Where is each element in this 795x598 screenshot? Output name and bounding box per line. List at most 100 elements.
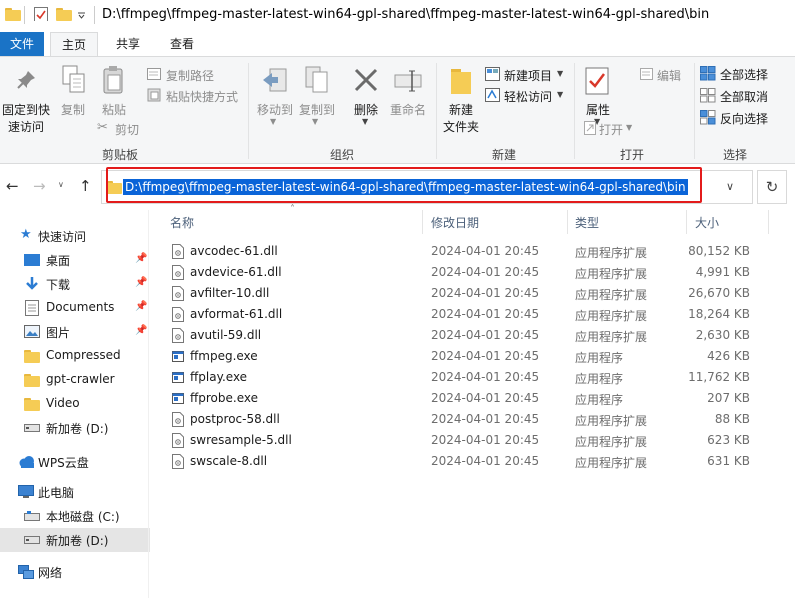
tab-view[interactable]: 查看 — [160, 32, 204, 56]
sidebar-item-network[interactable]: 网络 — [0, 560, 150, 584]
rename-label: 重命名 — [389, 103, 426, 117]
table-row[interactable]: postproc-58.dll 2024-04-01 20:45 应用程序扩展 88 … — [166, 409, 766, 430]
sidebar-item-label: 桌面 — [46, 254, 71, 268]
properties-icon[interactable] — [34, 7, 48, 21]
invert-selection-icon — [700, 110, 716, 125]
copy-button[interactable]: 复制 — [56, 63, 90, 123]
cut-button[interactable]: ✂ 剪切 — [97, 120, 147, 138]
dll-file-icon — [172, 265, 184, 280]
chevron-down-icon: ▼ — [270, 117, 277, 126]
open-button[interactable]: 打开 ▼ — [584, 120, 640, 138]
edit-button[interactable]: 编辑 — [640, 66, 690, 84]
refresh-button[interactable]: ↻ — [757, 170, 787, 204]
properties-button[interactable]: 属性 ▼ — [579, 63, 617, 126]
desktop-icon — [24, 254, 40, 266]
column-divider[interactable] — [567, 210, 568, 234]
column-divider[interactable] — [422, 210, 423, 234]
table-row[interactable]: avfilter-10.dll 2024-04-01 20:45 应用程序扩展 26,… — [166, 283, 766, 304]
sidebar-item-gpt-crawler[interactable]: gpt-crawler — [0, 368, 150, 392]
select-none-button[interactable]: 全部取消 — [700, 87, 792, 105]
new-folder-label-2: 文件夹 — [442, 120, 479, 134]
sidebar-item-drive-c[interactable]: 本地磁盘 (C:) — [0, 504, 150, 528]
table-row[interactable]: swscale-8.dll 2024-04-01 20:45 应用程序扩展 631 K… — [166, 451, 766, 472]
sidebar-item-label: 新加卷 (D:) — [46, 422, 109, 436]
dll-file-icon — [172, 454, 184, 469]
dll-file-icon — [172, 244, 184, 259]
sidebar-item-this-pc[interactable]: 此电脑 — [0, 480, 150, 504]
file-type: 应用程序扩展 — [575, 309, 648, 323]
column-header-date[interactable]: 修改日期 — [431, 214, 479, 231]
dll-file-icon — [172, 433, 184, 448]
paste-shortcut-button[interactable]: 粘贴快捷方式 — [147, 87, 247, 105]
chevron-down-icon[interactable] — [78, 11, 92, 25]
tab-share[interactable]: 共享 — [106, 32, 150, 56]
select-all-button[interactable]: 全部选择 — [700, 65, 792, 83]
file-date: 2024-04-01 20:45 — [431, 433, 540, 447]
easy-access-button[interactable]: 轻松访问 ▼ — [485, 87, 567, 105]
table-row[interactable]: avdevice-61.dll 2024-04-01 20:45 应用程序扩展 4,9… — [166, 262, 766, 283]
move-to-button[interactable]: 移动到 ▼ — [252, 63, 298, 127]
file-type: 应用程序扩展 — [575, 288, 648, 302]
window-title: D:\ffmpeg\ffmpeg-master-latest-win64-gpl… — [102, 7, 710, 22]
copy-path-button[interactable]: 复制路径 — [147, 66, 247, 84]
select-all-icon — [700, 66, 716, 81]
column-divider[interactable] — [768, 210, 769, 234]
recent-locations-chevron-icon[interactable]: ∨ — [58, 180, 64, 189]
paste-shortcut-label: 粘贴快捷方式 — [166, 90, 239, 104]
file-name: avcodec-61.dll — [190, 244, 278, 258]
rename-button[interactable]: 重命名 — [386, 63, 430, 127]
sidebar-item-documents[interactable]: Documents 📌 — [0, 296, 150, 320]
new-item-label: 新建项目 — [504, 69, 553, 83]
pin-label-1: 固定到快 — [2, 103, 51, 117]
file-name: avutil-59.dll — [190, 328, 262, 342]
exe-file-icon — [172, 351, 184, 362]
column-header-type[interactable]: 类型 — [575, 214, 599, 231]
file-size: 4,991 KB — [695, 265, 750, 279]
file-type: 应用程序 — [575, 372, 624, 386]
file-name: ffprobe.exe — [190, 391, 258, 405]
delete-button[interactable]: 删除 ▼ — [346, 63, 386, 127]
up-arrow-icon[interactable]: ↑ — [79, 177, 92, 195]
table-row[interactable]: ffprobe.exe 2024-04-01 20:45 应用程序 207 KB — [166, 388, 766, 409]
file-list-pane: ˄ 名称 修改日期 类型 大小 avcodec-61.dll 2024-04-01… — [152, 204, 795, 598]
file-type: 应用程序 — [575, 351, 624, 365]
sidebar-item-drive-d-quick[interactable]: 新加卷 (D:) — [0, 416, 150, 440]
divider — [24, 6, 25, 24]
paste-button[interactable]: 粘贴 — [96, 63, 132, 123]
pin-quick-access-button[interactable]: 固定到快 速访问 — [2, 63, 50, 143]
table-row[interactable]: avcodec-61.dll 2024-04-01 20:45 应用程序扩展 80,1… — [166, 241, 766, 262]
sidebar-item-desktop[interactable]: 桌面 📌 — [0, 248, 150, 272]
new-folder-icon[interactable] — [56, 8, 72, 22]
file-date: 2024-04-01 20:45 — [431, 349, 540, 363]
pin-label-2: 速访问 — [7, 120, 44, 134]
sidebar-item-label: 此电脑 — [38, 486, 75, 500]
invert-selection-button[interactable]: 反向选择 — [700, 109, 792, 127]
sidebar-item-drive-d[interactable]: 新加卷 (D:) — [0, 528, 150, 552]
column-divider[interactable] — [686, 210, 687, 234]
new-folder-button[interactable]: 新建 文件夹 — [440, 63, 482, 139]
table-row[interactable]: avformat-61.dll 2024-04-01 20:45 应用程序扩展 18,… — [166, 304, 766, 325]
folder-icon — [24, 374, 40, 387]
file-type: 应用程序扩展 — [575, 435, 648, 449]
new-item-button[interactable]: 新建项目 ▼ — [485, 66, 567, 84]
forward-arrow-icon[interactable]: → — [33, 177, 46, 195]
sidebar-item-pictures[interactable]: 图片 📌 — [0, 320, 150, 344]
copy-to-button[interactable]: 复制到 ▼ — [294, 63, 340, 127]
sidebar-item-compressed[interactable]: Compressed — [0, 344, 150, 368]
sidebar-item-quick-access[interactable]: ★ 快速访问 — [0, 224, 150, 248]
sidebar-item-video[interactable]: Video — [0, 392, 150, 416]
tab-file[interactable]: 文件 — [0, 32, 44, 56]
table-row[interactable]: avutil-59.dll 2024-04-01 20:45 应用程序扩展 2,630… — [166, 325, 766, 346]
table-row[interactable]: ffmpeg.exe 2024-04-01 20:45 应用程序 426 KB — [166, 346, 766, 367]
file-name: postproc-58.dll — [190, 412, 280, 426]
sidebar-item-wps-cloud[interactable]: WPS云盘 — [0, 450, 150, 474]
tab-home[interactable]: 主页 — [50, 32, 98, 56]
address-history-chevron-icon[interactable]: ∨ — [726, 180, 734, 193]
sidebar-item-downloads[interactable]: 下载 📌 — [0, 272, 150, 296]
back-arrow-icon[interactable]: ← — [6, 177, 19, 195]
column-header-name[interactable]: 名称 — [170, 214, 194, 231]
table-row[interactable]: swresample-5.dll 2024-04-01 20:45 应用程序扩展 62… — [166, 430, 766, 451]
table-row[interactable]: ffplay.exe 2024-04-01 20:45 应用程序 11,762 KB — [166, 367, 766, 388]
column-header-size[interactable]: 大小 — [695, 214, 719, 231]
new-group-label: 新建 — [491, 148, 516, 162]
